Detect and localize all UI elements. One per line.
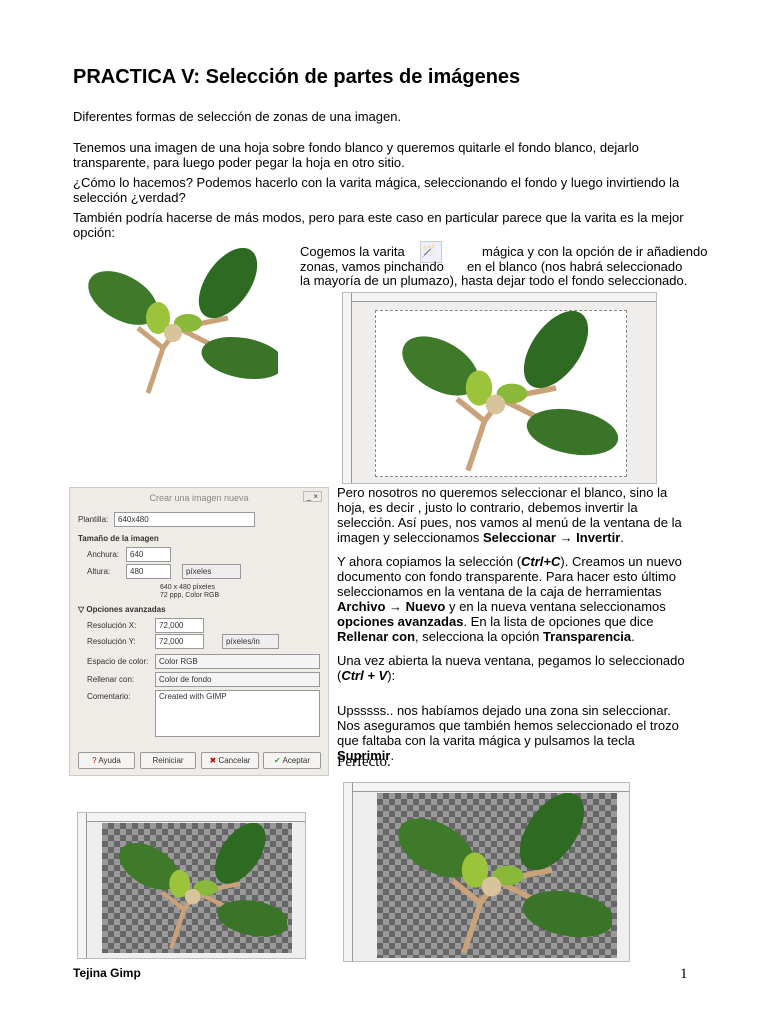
- text: Y ahora copiamos la selección (: [337, 554, 522, 569]
- paragraph: Una vez abierta la nueva ventana, pegamo…: [337, 653, 687, 683]
- page-title: PRACTICA V: Selección de partes de imáge…: [73, 66, 521, 88]
- resolution-unit-select[interactable]: píxeles/in: [222, 634, 279, 649]
- advanced-options-toggle[interactable]: ▽ Opciones avanzadas: [78, 605, 166, 614]
- emphasis: Rellenar con: [337, 629, 416, 644]
- menu-path: Archivo → Nuevo: [337, 599, 446, 614]
- color-space-select[interactable]: Color RGB: [155, 654, 320, 669]
- text: , selecciona la opción: [415, 629, 543, 644]
- fill-select[interactable]: Color de fondo: [155, 672, 320, 687]
- height-input[interactable]: 480: [126, 564, 171, 579]
- size-info: 72 ppp, Color RGB: [160, 592, 220, 599]
- dialog-title: Crear una imagen nueva: [149, 493, 249, 503]
- footer-title: Tejina Gimp: [73, 966, 141, 980]
- label: Comentario:: [87, 692, 131, 701]
- ruler: [78, 813, 305, 822]
- close-button[interactable]: _ ×: [302, 491, 322, 502]
- paragraph: Tenemos una imagen de una hoja sobre fon…: [73, 140, 639, 170]
- section-heading: Tamaño de la imagen: [78, 534, 159, 543]
- label: Rellenar con:: [87, 675, 135, 684]
- label: Plantilla:: [78, 515, 109, 524]
- width-input[interactable]: 640: [126, 547, 171, 562]
- shortcut: Ctrl+C: [521, 554, 561, 569]
- template-select[interactable]: 640x480: [114, 512, 255, 527]
- resolution-x-input[interactable]: 72,000: [155, 618, 204, 633]
- text: Upsssss.. nos habíamos dejado una zona s…: [337, 703, 679, 748]
- text: y en la nueva ventana seleccionamos: [445, 599, 666, 614]
- text: mágica y con la opción de ir añadiendo: [482, 244, 708, 259]
- button-label: Aceptar: [282, 756, 311, 765]
- gimp-window-screenshot: [342, 292, 657, 484]
- paragraph: Y ahora copiamos la selección (Ctrl+C). …: [337, 554, 682, 644]
- document-page: PRACTICA V: Selección de partes de imáge…: [0, 0, 768, 1024]
- emphasis: opciones avanzadas: [337, 614, 464, 629]
- text: ):: [387, 668, 396, 683]
- paragraph: También podría hacerse de más modos, per…: [73, 210, 684, 240]
- help-button[interactable]: ? Ayuda: [78, 752, 135, 769]
- label: Resolución X:: [87, 621, 137, 630]
- ruler: [343, 293, 352, 483]
- gimp-window-screenshot: [343, 782, 630, 962]
- menu-path: Seleccionar → Invertir: [482, 530, 621, 545]
- text: . En la lista de opciones que dice: [463, 614, 654, 629]
- emphasis: Transparencia: [542, 629, 632, 644]
- text: en el blanco (nos habrá seleccionado: [467, 259, 683, 274]
- resolution-y-input[interactable]: 72,000: [155, 634, 204, 649]
- paragraph: ¿Cómo lo hacemos? Podemos hacerlo con la…: [73, 175, 680, 205]
- check-icon: ✔: [273, 756, 281, 765]
- text: zonas, vamos pinchando: [300, 259, 444, 274]
- shortcut: Ctrl + V: [341, 668, 388, 683]
- transparent-canvas: [102, 823, 292, 953]
- text: Cogemos la varita: [300, 244, 405, 259]
- paragraph: Pero nosotros no queremos seleccionar el…: [337, 485, 682, 545]
- reset-button[interactable]: Reiniciar: [140, 752, 196, 769]
- label: Altura:: [87, 567, 111, 576]
- intro-paragraph: Diferentes formas de selección de zonas …: [73, 109, 402, 124]
- text: la mayoría de un plumazo), hasta dejar t…: [300, 273, 688, 288]
- button-label: Cancelar: [218, 756, 251, 765]
- ruler: [344, 783, 353, 961]
- page-number: 1: [680, 966, 688, 982]
- button-label: Reiniciar: [152, 756, 184, 765]
- section-heading: Opciones avanzadas: [86, 605, 166, 614]
- new-image-dialog: Crear una imagen nueva _ × Plantilla: 64…: [69, 487, 329, 776]
- ruler: [343, 293, 656, 302]
- button-label: Ayuda: [98, 756, 121, 765]
- label: Resolución Y:: [87, 637, 136, 646]
- image-canvas: [375, 310, 627, 477]
- x-icon: ✖: [209, 756, 217, 765]
- cancel-button[interactable]: ✖ Cancelar: [201, 752, 259, 769]
- unit-select[interactable]: píxeles: [182, 564, 241, 579]
- transparent-canvas: [377, 793, 617, 958]
- ruler: [344, 783, 629, 792]
- ruler: [78, 813, 87, 958]
- size-info: 640 x 480 píxeles: [160, 584, 215, 591]
- comment-textarea[interactable]: Created with GIMP: [155, 690, 320, 737]
- acorn-leaf-image: [78, 248, 278, 398]
- label: Espacio de color:: [87, 657, 149, 666]
- accept-button[interactable]: ✔ Aceptar: [263, 752, 321, 769]
- label: Anchura:: [87, 550, 120, 559]
- paragraph: Perfecto.: [337, 754, 391, 770]
- gimp-window-screenshot: [77, 812, 306, 959]
